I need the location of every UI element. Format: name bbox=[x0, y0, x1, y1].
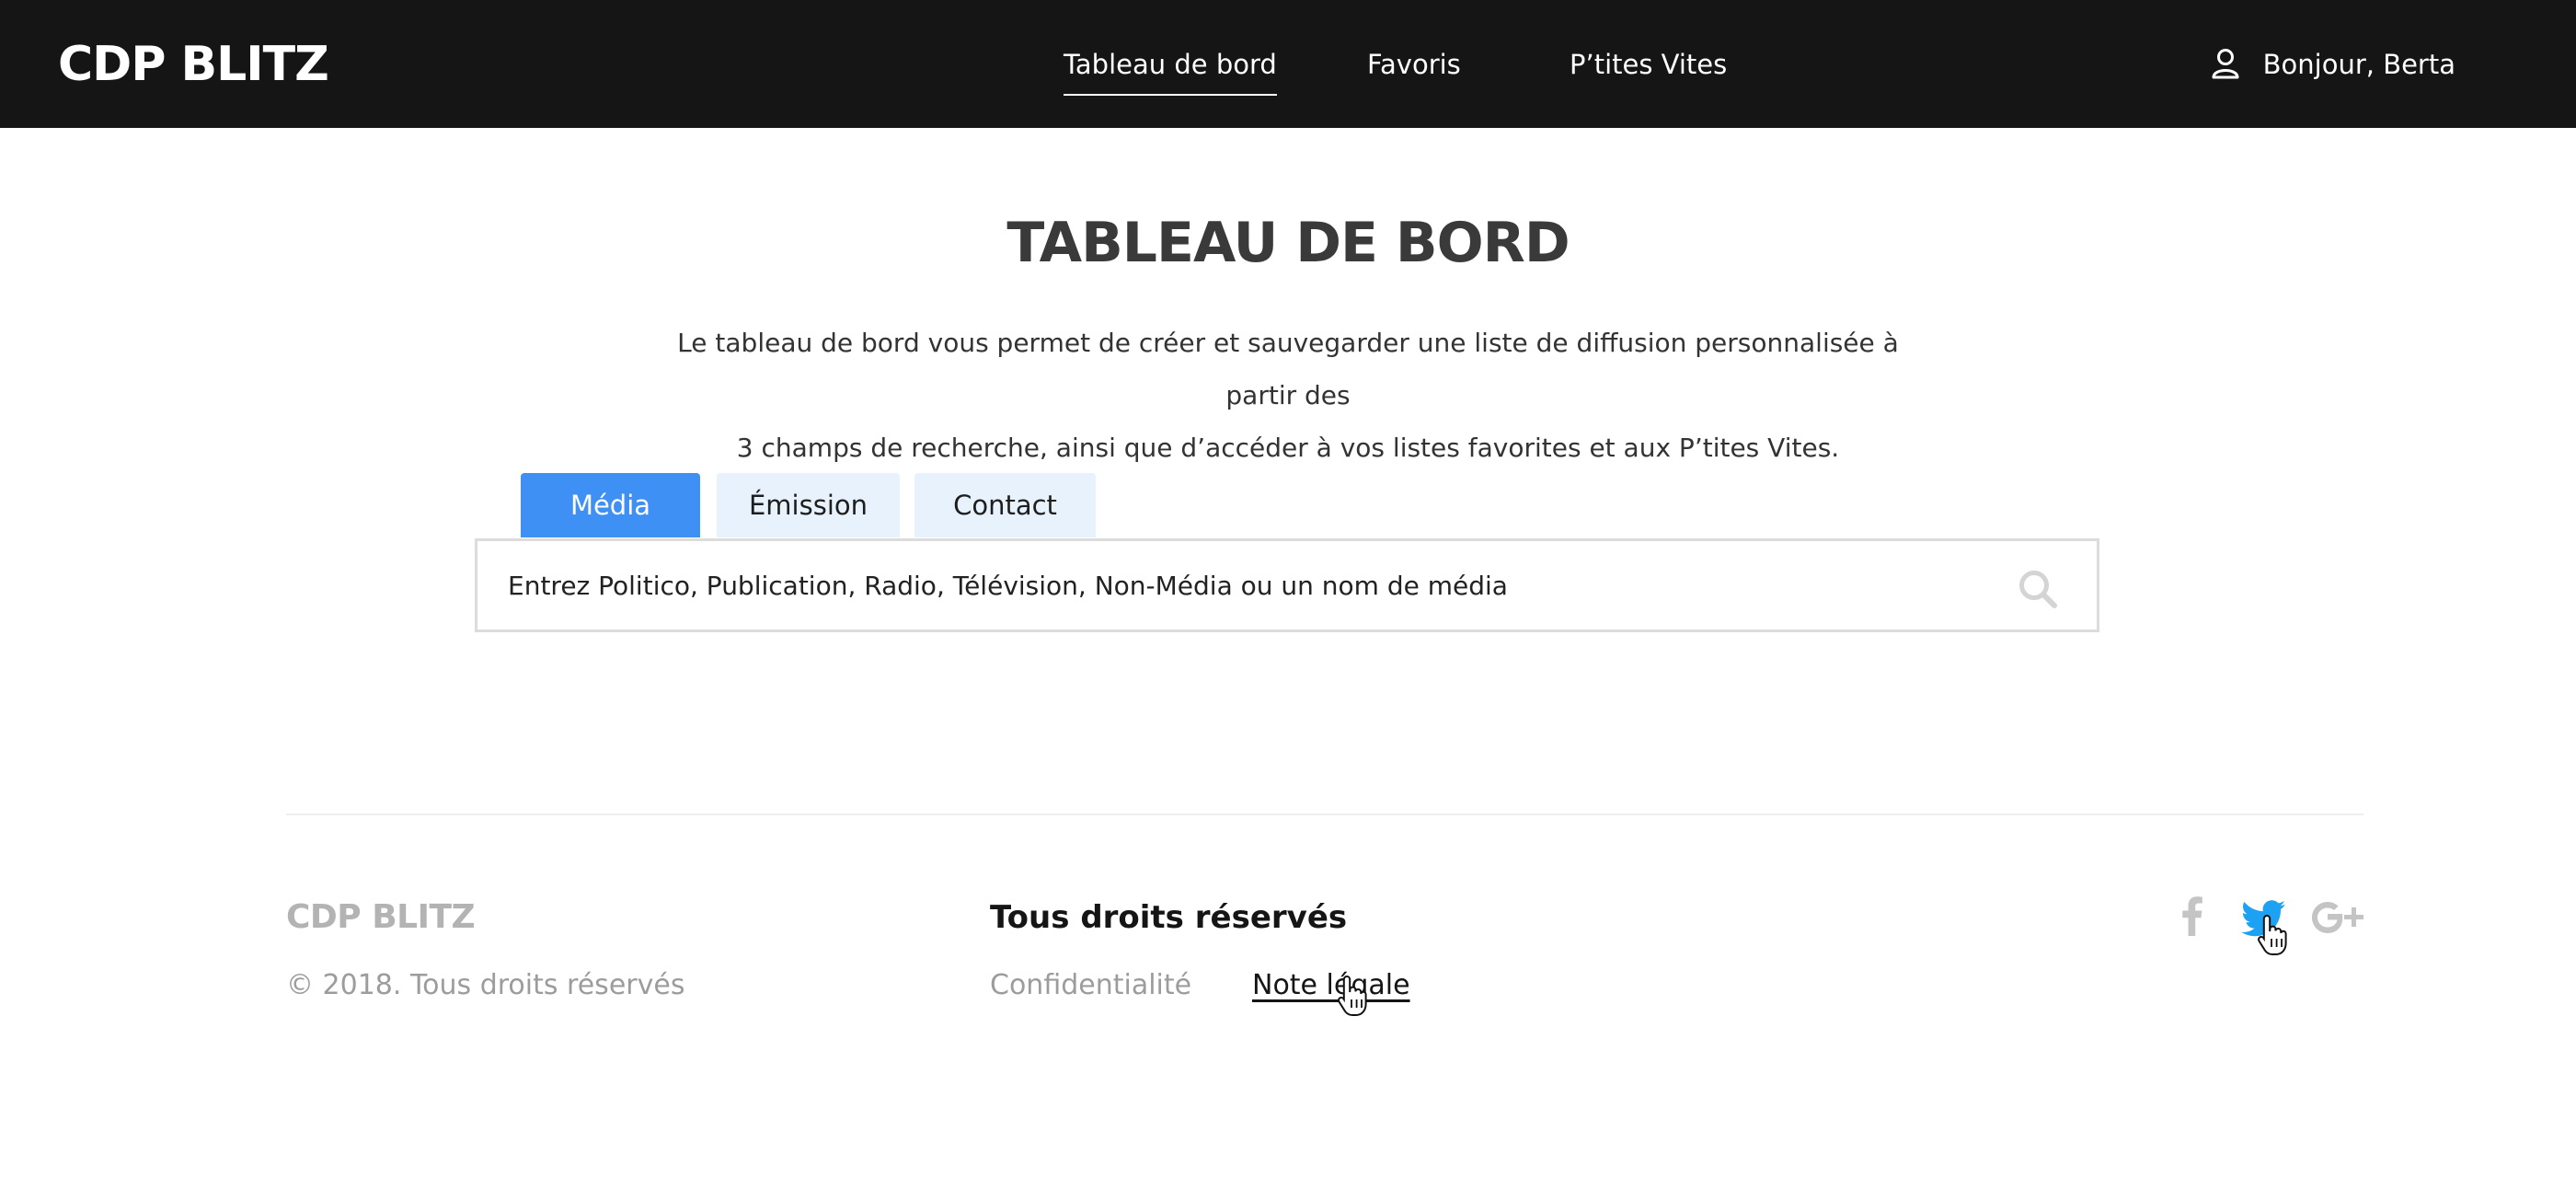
intro-text: Le tableau de bord vous permet de créer … bbox=[644, 317, 1932, 474]
search-icon[interactable] bbox=[2018, 569, 2058, 609]
user-greeting: Bonjour, Berta bbox=[2262, 49, 2455, 80]
page-title: TABLEAU DE BORD bbox=[1006, 211, 1570, 275]
facebook-icon[interactable] bbox=[2180, 895, 2204, 939]
top-navigation-bar: CDP BLITZ Tableau de bord Favoris P’tite… bbox=[0, 0, 2576, 128]
user-icon bbox=[2212, 49, 2239, 79]
nav-item-tableau-de-bord[interactable]: Tableau de bord bbox=[1064, 44, 1277, 96]
brand-logo[interactable]: CDP BLITZ bbox=[58, 35, 329, 94]
tab-media[interactable]: Média bbox=[521, 473, 700, 537]
intro-line-2: 3 champs de recherche, ainsi que d’accéd… bbox=[736, 433, 1840, 463]
footer-copyright: © 2018. Tous droits réservés bbox=[286, 969, 685, 1001]
intro-line-1: Le tableau de bord vous permet de créer … bbox=[677, 328, 1899, 410]
legal-notice-link[interactable]: Note légale bbox=[1252, 965, 1410, 1006]
google-plus-icon[interactable] bbox=[2311, 900, 2364, 935]
search-box bbox=[475, 538, 2099, 632]
footer-rights-title: Tous droits réservés bbox=[990, 899, 1348, 936]
search-input[interactable] bbox=[477, 541, 2017, 629]
footer-logo: CDP BLITZ bbox=[286, 898, 476, 936]
user-menu[interactable]: Bonjour, Berta bbox=[2212, 44, 2455, 85]
nav-item-favoris[interactable]: Favoris bbox=[1367, 44, 1461, 85]
twitter-icon[interactable] bbox=[2241, 900, 2285, 937]
footer-divider bbox=[286, 814, 2363, 815]
tab-contact[interactable]: Contact bbox=[914, 473, 1096, 537]
tab-emission[interactable]: Émission bbox=[717, 473, 900, 537]
privacy-link[interactable]: Confidentialité bbox=[990, 965, 1191, 1006]
nav-item-ptites-vites[interactable]: P’tites Vites bbox=[1570, 44, 1727, 85]
